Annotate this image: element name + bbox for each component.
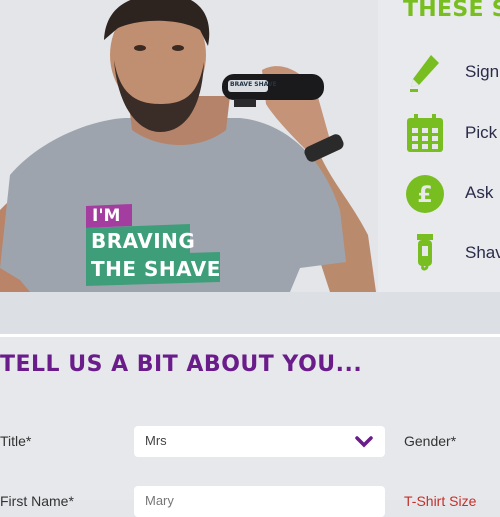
tshirt-text-line1: I'M	[92, 206, 121, 226]
gender-label: Gender*	[404, 433, 457, 449]
step-label: Shav	[465, 243, 500, 262]
pencil-icon	[405, 53, 445, 93]
pound-coin-icon: £	[405, 174, 445, 214]
form-heading: TELL US A BIT ABOUT YOU...	[0, 352, 363, 377]
step-shave: Shav	[405, 234, 500, 274]
calendar-icon	[405, 114, 445, 154]
step-pick: Pick	[405, 114, 500, 154]
title-select-value: Mrs	[145, 433, 167, 448]
svg-text:£: £	[417, 183, 432, 208]
clippers-icon	[405, 234, 445, 274]
step-label: Pick	[465, 123, 498, 142]
title-label: Title*	[0, 433, 32, 449]
hero-image: I'M BRAVING THE SHAVE BRAVE SHAVE	[0, 0, 378, 292]
tshirt-text-line3: THE SHAVE	[91, 257, 221, 281]
step-label: Sign	[465, 62, 500, 81]
first-name-field[interactable]: Mary	[134, 486, 385, 517]
section-spacer	[0, 292, 500, 334]
first-name-value: Mary	[145, 493, 174, 508]
step-sign: Sign	[405, 53, 500, 93]
first-name-label: First Name*	[0, 493, 74, 509]
chevron-down-icon	[355, 435, 373, 453]
step-label: Ask	[465, 183, 494, 202]
tshirt-text-line2: BRAVING	[91, 229, 196, 253]
clipper-brand-label: BRAVE SHAVE	[230, 81, 277, 88]
steps-heading: THESE SI	[403, 0, 500, 22]
step-ask: £ Ask	[405, 174, 500, 214]
title-select[interactable]: Mrs	[134, 426, 385, 457]
tshirt-size-label: T-Shirt Size	[404, 493, 477, 509]
